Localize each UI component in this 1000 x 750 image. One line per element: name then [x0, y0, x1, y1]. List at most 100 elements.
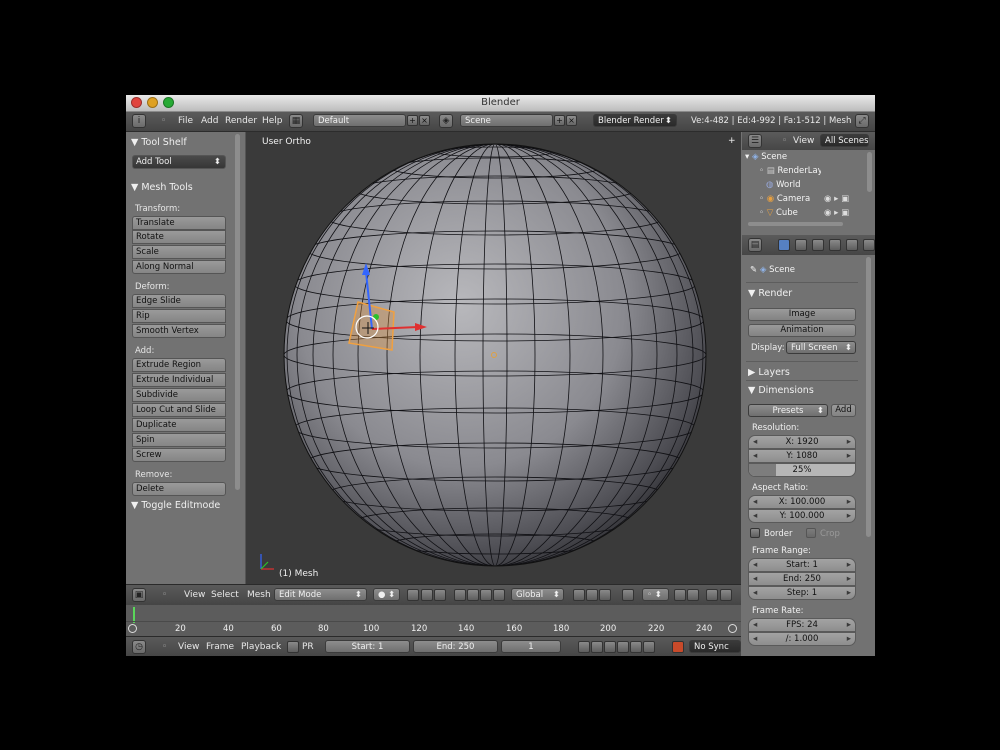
- end-frame-field[interactable]: End: 250: [413, 640, 498, 653]
- scene-context-icon[interactable]: [795, 239, 807, 251]
- data-context-icon[interactable]: [863, 239, 875, 251]
- editor-type-3d-icon[interactable]: ▣: [132, 588, 146, 602]
- outliner-item-renderlayers[interactable]: ◦ ▤ RenderLayers: [759, 166, 821, 176]
- render-engine-dropdown[interactable]: Blender Render ⬍: [593, 114, 677, 127]
- duplicate-button[interactable]: Duplicate: [132, 418, 226, 432]
- tool-shelf-scrollbar[interactable]: [235, 134, 240, 490]
- decrement-icon[interactable]: ◂: [753, 450, 757, 462]
- subdivide-button[interactable]: Subdivide: [132, 388, 226, 402]
- resolution-x-field[interactable]: ◂ X: 1920 ▸: [748, 435, 856, 449]
- decrement-icon[interactable]: ◂: [753, 496, 757, 508]
- edge-slide-button[interactable]: Edge Slide: [132, 294, 226, 308]
- preview-range-checkbox[interactable]: [287, 641, 299, 653]
- aspect-y-field[interactable]: ◂ Y: 100.000 ▸: [748, 509, 856, 523]
- presets-dropdown[interactable]: Presets ⬍: [748, 404, 828, 417]
- object-context-icon[interactable]: [829, 239, 841, 251]
- sync-dropdown[interactable]: No Sync: [689, 640, 741, 653]
- screw-button[interactable]: Screw: [132, 448, 226, 462]
- decrement-icon[interactable]: ◂: [753, 573, 757, 585]
- add-screen-icon[interactable]: +: [407, 115, 418, 126]
- scale-button[interactable]: Scale: [132, 245, 226, 259]
- add-tool-dropdown[interactable]: Add Tool ⬍: [132, 155, 226, 169]
- mode-dropdown[interactable]: Edit Mode ⬍: [274, 588, 367, 601]
- jump-end-icon[interactable]: [643, 641, 655, 653]
- increment-icon[interactable]: ▸: [847, 436, 851, 448]
- decrement-icon[interactable]: ◂: [753, 510, 757, 522]
- menu-view[interactable]: View: [184, 590, 205, 600]
- increment-icon[interactable]: ▸: [847, 633, 851, 645]
- along-normal-button[interactable]: Along Normal: [132, 260, 226, 274]
- cube-visibility-icons[interactable]: ◉ ▸ ▣: [824, 208, 849, 218]
- frame-start-field[interactable]: ◂ Start: 1 ▸: [748, 558, 856, 572]
- collapse-menu-icon[interactable]: ◦: [162, 590, 167, 600]
- modifier-context-icon[interactable]: [846, 239, 858, 251]
- camera-visibility-icons[interactable]: ◉ ▸ ▣: [824, 194, 849, 204]
- timeline-scroll-start-icon[interactable]: [128, 624, 137, 633]
- extrude-individual-button[interactable]: Extrude Individual: [132, 373, 226, 387]
- outliner-hscrollbar[interactable]: [748, 222, 843, 226]
- play-icon[interactable]: [617, 641, 629, 653]
- collapse-menu-icon[interactable]: ◦: [162, 642, 167, 652]
- remove-scene-icon[interactable]: ×: [566, 115, 577, 126]
- loop-cut-button[interactable]: Loop Cut and Slide: [132, 403, 226, 417]
- translate-button[interactable]: Translate: [132, 216, 226, 230]
- decrement-icon[interactable]: ◂: [753, 559, 757, 571]
- menu-render[interactable]: Render: [225, 116, 257, 126]
- increment-icon[interactable]: ▸: [847, 510, 851, 522]
- 3d-viewport[interactable]: User Ortho + (1) Mesh: [246, 132, 741, 584]
- editor-type-outliner-icon[interactable]: ☰: [748, 134, 762, 148]
- face-select-icon[interactable]: [599, 589, 611, 601]
- render-animation-button[interactable]: Animation: [748, 324, 856, 337]
- outliner-item-cube[interactable]: ◦ ▽ Cube: [759, 208, 798, 218]
- screen-layout-field[interactable]: Default: [313, 114, 406, 127]
- add-scene-icon[interactable]: +: [554, 115, 565, 126]
- shading-dropdown[interactable]: ● ⬍: [373, 588, 400, 601]
- resolution-y-field[interactable]: ◂ Y: 1080 ▸: [748, 449, 856, 463]
- menu-add[interactable]: Add: [201, 116, 218, 126]
- menu-frame[interactable]: Frame: [206, 642, 234, 652]
- orientation-dropdown[interactable]: Global ⬍: [511, 588, 564, 601]
- manipulator-icon[interactable]: [454, 589, 466, 601]
- menu-view[interactable]: View: [178, 642, 199, 652]
- toggle-editmode-header[interactable]: ▼ Toggle Editmode: [131, 500, 220, 511]
- display-dropdown[interactable]: Full Screen ⬍: [786, 341, 856, 354]
- proportional-icon[interactable]: [434, 589, 446, 601]
- edge-select-icon[interactable]: [586, 589, 598, 601]
- render-image-button[interactable]: Image: [748, 308, 856, 321]
- rotate-manipulator-icon[interactable]: [480, 589, 492, 601]
- snap-target-icon[interactable]: [687, 589, 699, 601]
- decrement-icon[interactable]: ◂: [753, 436, 757, 448]
- resolution-percentage-slider[interactable]: 25%: [748, 463, 856, 477]
- current-frame-field[interactable]: 1: [501, 640, 561, 653]
- prev-keyframe-icon[interactable]: [591, 641, 603, 653]
- increment-icon[interactable]: ▸: [847, 496, 851, 508]
- snap-icon[interactable]: [674, 589, 686, 601]
- menu-playback[interactable]: Playback: [241, 642, 281, 652]
- delete-button[interactable]: Delete: [132, 482, 226, 496]
- fps-base-field[interactable]: ◂ /: 1.000 ▸: [748, 632, 856, 646]
- vertex-select-icon[interactable]: [573, 589, 585, 601]
- rip-button[interactable]: Rip: [132, 309, 226, 323]
- editor-type-timeline-icon[interactable]: ◷: [132, 640, 146, 654]
- record-icon[interactable]: [672, 641, 684, 653]
- frame-end-field[interactable]: ◂ End: 250 ▸: [748, 572, 856, 586]
- snap-element-icon[interactable]: [421, 589, 433, 601]
- fullscreen-icon[interactable]: ⤢: [855, 114, 869, 128]
- outliner-view-menu[interactable]: View: [793, 136, 814, 146]
- jump-start-icon[interactable]: [578, 641, 590, 653]
- increment-icon[interactable]: ▸: [847, 619, 851, 631]
- editor-type-info-icon[interactable]: i: [132, 114, 146, 128]
- menu-mesh[interactable]: Mesh: [247, 590, 271, 600]
- scene-icon[interactable]: ◈: [439, 114, 453, 128]
- dimensions-section-header[interactable]: ▼ Dimensions: [748, 385, 814, 396]
- outliner-item-scene[interactable]: ▾ ◈ Scene: [745, 152, 787, 162]
- timeline-scroll-end-icon[interactable]: [728, 624, 737, 633]
- menu-select[interactable]: Select: [211, 590, 239, 600]
- occlude-icon[interactable]: [622, 589, 634, 601]
- screen-layout-icon[interactable]: ▦: [289, 114, 303, 128]
- scale-manipulator-icon[interactable]: [493, 589, 505, 601]
- next-keyframe-icon[interactable]: [630, 641, 642, 653]
- increment-icon[interactable]: ▸: [847, 587, 851, 599]
- decrement-icon[interactable]: ◂: [753, 633, 757, 645]
- viewport-plus-icon[interactable]: +: [728, 136, 736, 146]
